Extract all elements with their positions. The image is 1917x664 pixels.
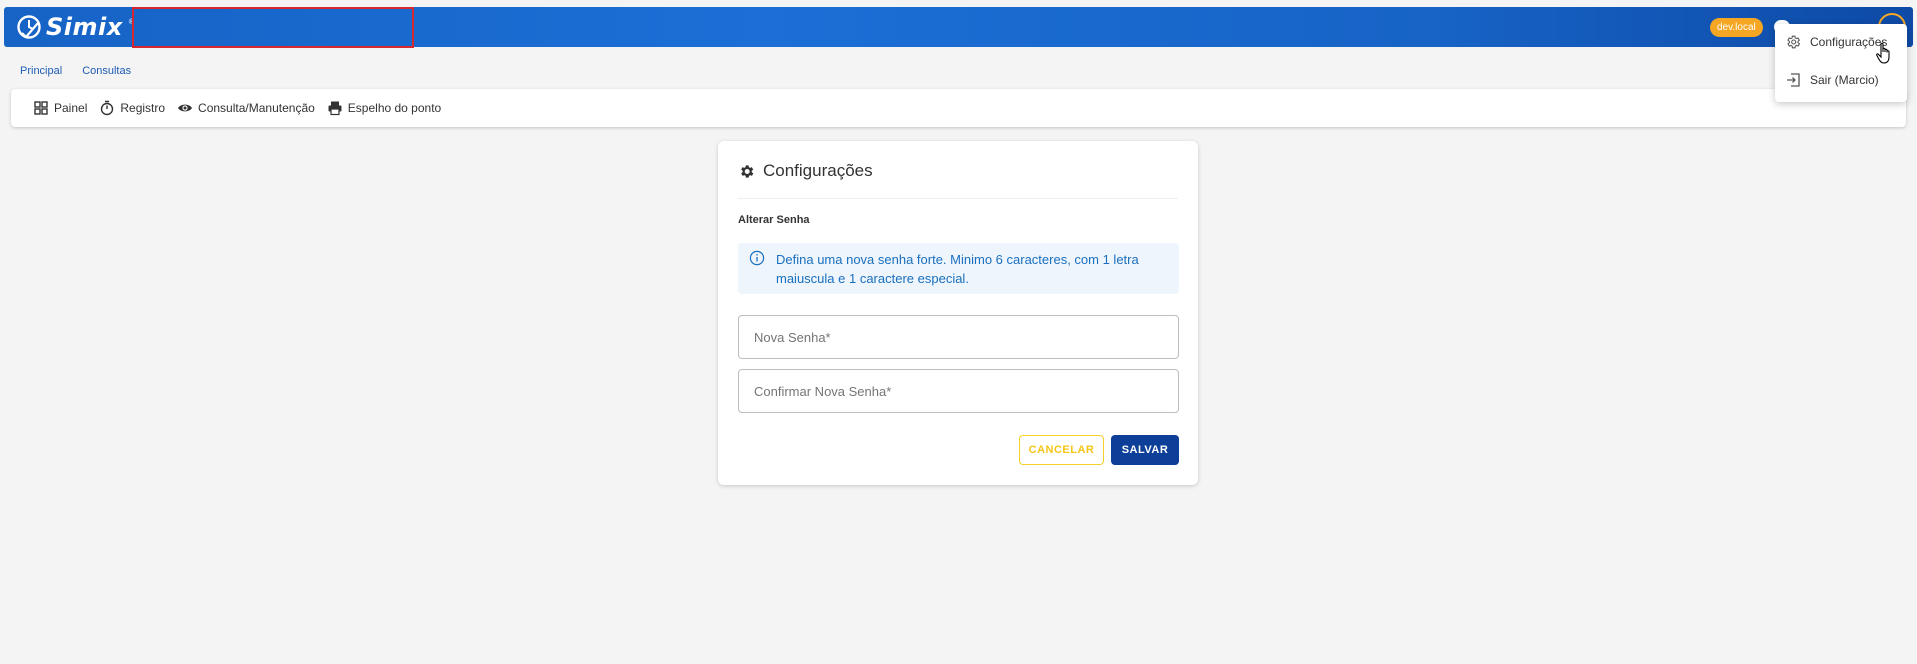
logout-icon (1787, 73, 1800, 87)
confirm-password-input[interactable] (738, 369, 1179, 413)
nav-espelho-ponto[interactable]: Espelho do ponto (327, 100, 441, 116)
highlight-rectangle (132, 7, 414, 48)
eye-icon (178, 104, 193, 112)
app-header: Simix ® dev.local (4, 7, 1913, 48)
simix-logo[interactable]: Simix ® (16, 13, 134, 41)
info-text: Defina uma nova senha forte. Minimo 6 ca… (776, 252, 1139, 286)
divider (738, 198, 1178, 199)
stopwatch-icon (101, 100, 114, 116)
save-button[interactable]: SALVAR (1111, 435, 1179, 465)
gear-icon (741, 164, 754, 178)
nav-painel[interactable]: Painel (33, 100, 87, 116)
nav-consulta-label: Consulta/Manutenção (198, 101, 315, 115)
breadcrumb-consultas[interactable]: Consultas (82, 65, 131, 77)
nav-registro[interactable]: Registro (99, 100, 165, 116)
clock-check-logo-icon (17, 15, 41, 39)
logo-text: Simix (46, 13, 123, 41)
breadcrumb: Principal Consultas (20, 65, 131, 77)
menu-item-sair-label: Sair (Marcio) (1810, 73, 1879, 87)
new-password-input[interactable] (738, 315, 1179, 359)
nav-espelho-label: Espelho do ponto (347, 101, 442, 115)
hand-cursor-icon (1876, 42, 1890, 64)
cancel-button[interactable]: CANCELAR (1019, 435, 1104, 465)
settings-card: Configurações Alterar Senha Defina uma n… (718, 141, 1198, 485)
card-title: Configurações (738, 161, 873, 181)
nav-painel-label: Painel (54, 101, 88, 115)
nav-consulta-manutencao[interactable]: Consulta/Manutenção (177, 100, 315, 116)
main-nav: Painel Registro Consulta/Manutenção Espe… (11, 89, 1906, 127)
gear-icon (1787, 35, 1801, 49)
breadcrumb-principal[interactable]: Principal (20, 65, 62, 77)
info-icon (749, 250, 765, 266)
section-label: Alterar Senha (738, 214, 810, 226)
printer-icon (328, 101, 342, 116)
grid-icon (34, 101, 48, 115)
environment-badge: dev.local (1710, 18, 1763, 37)
nav-registro-label: Registro (120, 101, 166, 115)
info-alert: Defina uma nova senha forte. Minimo 6 ca… (738, 243, 1179, 294)
card-title-text: Configurações (763, 161, 873, 180)
menu-item-sair[interactable]: Sair (Marcio) (1775, 63, 1907, 97)
